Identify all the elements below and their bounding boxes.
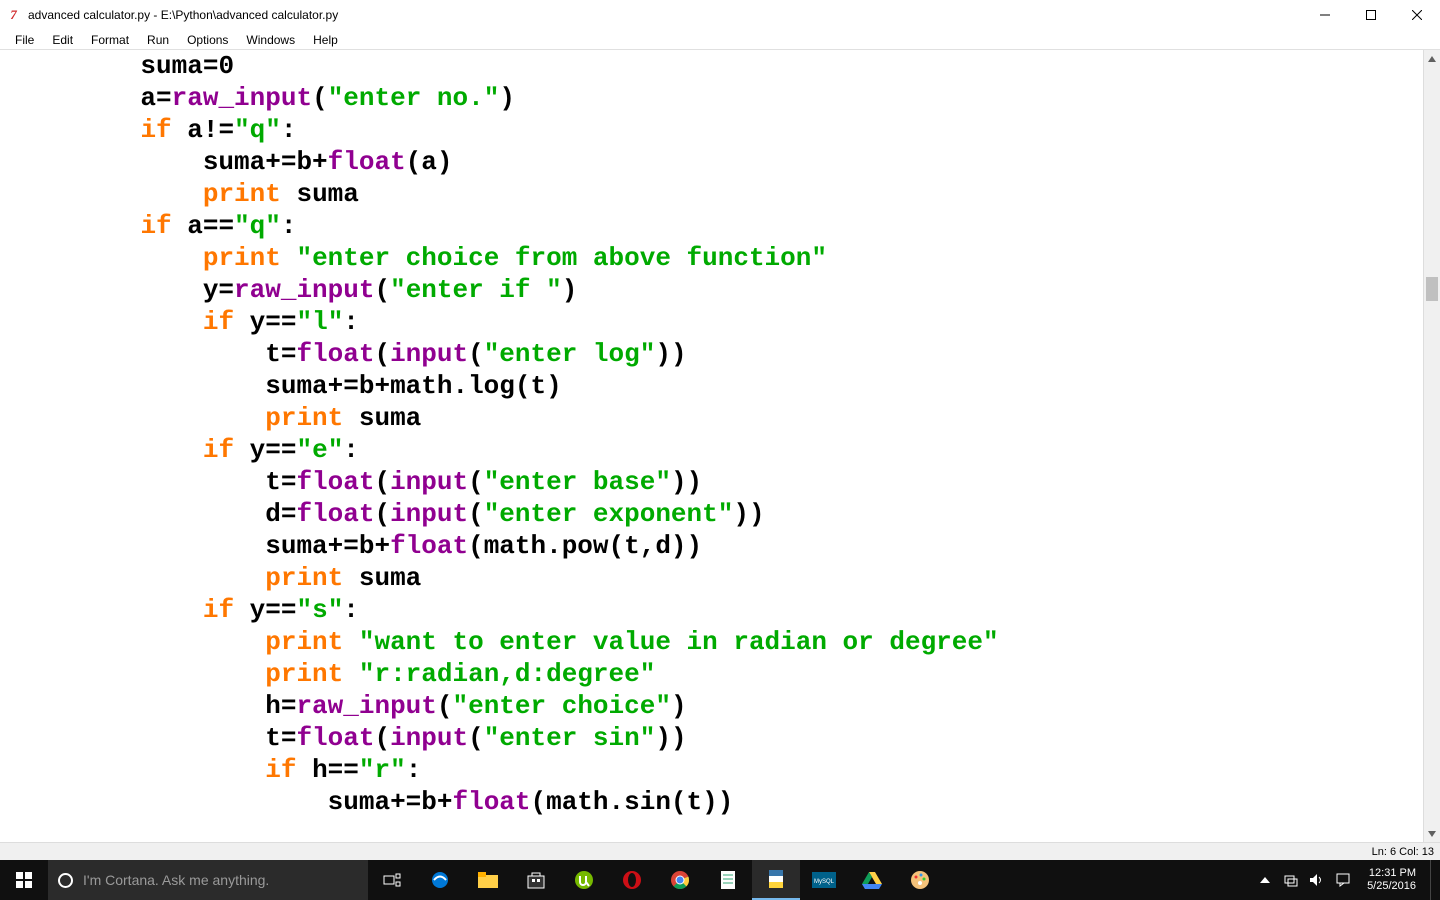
taskbar-app-mysql[interactable]: MySQL xyxy=(800,860,848,900)
menu-format[interactable]: Format xyxy=(82,31,138,49)
vertical-scrollbar[interactable] xyxy=(1423,50,1440,842)
cortana-icon xyxy=(58,873,73,888)
menu-bar: File Edit Format Run Options Windows Hel… xyxy=(0,30,1440,50)
window-titlebar: 7 advanced calculator.py - E:\Python\adv… xyxy=(0,0,1440,30)
tray-chevron-up-icon[interactable] xyxy=(1255,870,1275,890)
menu-options[interactable]: Options xyxy=(178,31,237,49)
taskbar-app-edge[interactable] xyxy=(416,860,464,900)
menu-edit[interactable]: Edit xyxy=(43,31,82,49)
windows-taskbar: I'm Cortana. Ask me anything. MySQL 12:3… xyxy=(0,860,1440,900)
menu-windows[interactable]: Windows xyxy=(237,31,304,49)
status-bar: Ln: 6 Col: 13 xyxy=(0,842,1440,860)
cortana-search[interactable]: I'm Cortana. Ask me anything. xyxy=(48,860,368,900)
scroll-track[interactable] xyxy=(1424,67,1440,825)
scroll-up-button[interactable] xyxy=(1424,50,1440,67)
menu-run[interactable]: Run xyxy=(138,31,178,49)
tray-volume-icon[interactable] xyxy=(1307,870,1327,890)
tray-action-center-icon[interactable] xyxy=(1333,870,1353,890)
scroll-down-button[interactable] xyxy=(1424,825,1440,842)
taskbar-app-opera[interactable] xyxy=(608,860,656,900)
task-view-button[interactable] xyxy=(368,860,416,900)
taskbar-app-chrome[interactable] xyxy=(656,860,704,900)
start-button[interactable] xyxy=(0,860,48,900)
taskbar-app-store[interactable] xyxy=(512,860,560,900)
code-editor[interactable]: suma=0 a=raw_input("enter no.") if a!="q… xyxy=(0,50,1423,842)
taskbar-app-notepadpp[interactable] xyxy=(704,860,752,900)
idle-app-icon: 7 xyxy=(6,7,22,23)
tray-network-icon[interactable] xyxy=(1281,870,1301,890)
menu-file[interactable]: File xyxy=(6,31,43,49)
window-close-button[interactable] xyxy=(1394,0,1440,30)
scroll-thumb[interactable] xyxy=(1426,277,1438,301)
taskbar-app-idle[interactable] xyxy=(752,860,800,900)
taskbar-app-paint[interactable] xyxy=(896,860,944,900)
clock-date: 5/25/2016 xyxy=(1367,880,1416,893)
menu-help[interactable]: Help xyxy=(304,31,347,49)
taskbar-app-utorrent[interactable] xyxy=(560,860,608,900)
svg-text:MySQL: MySQL xyxy=(814,879,835,885)
taskbar-app-drive[interactable] xyxy=(848,860,896,900)
cursor-position: Ln: 6 Col: 13 xyxy=(1372,846,1434,858)
search-placeholder: I'm Cortana. Ask me anything. xyxy=(83,872,269,888)
window-maximize-button[interactable] xyxy=(1348,0,1394,30)
clock-time: 12:31 PM xyxy=(1367,867,1416,880)
window-minimize-button[interactable] xyxy=(1302,0,1348,30)
show-desktop-button[interactable] xyxy=(1430,860,1436,900)
taskbar-app-explorer[interactable] xyxy=(464,860,512,900)
window-title: advanced calculator.py - E:\Python\advan… xyxy=(28,8,338,22)
taskbar-clock[interactable]: 12:31 PM 5/25/2016 xyxy=(1359,867,1424,893)
code-content[interactable]: suma=0 a=raw_input("enter no.") if a!="q… xyxy=(0,50,1423,818)
